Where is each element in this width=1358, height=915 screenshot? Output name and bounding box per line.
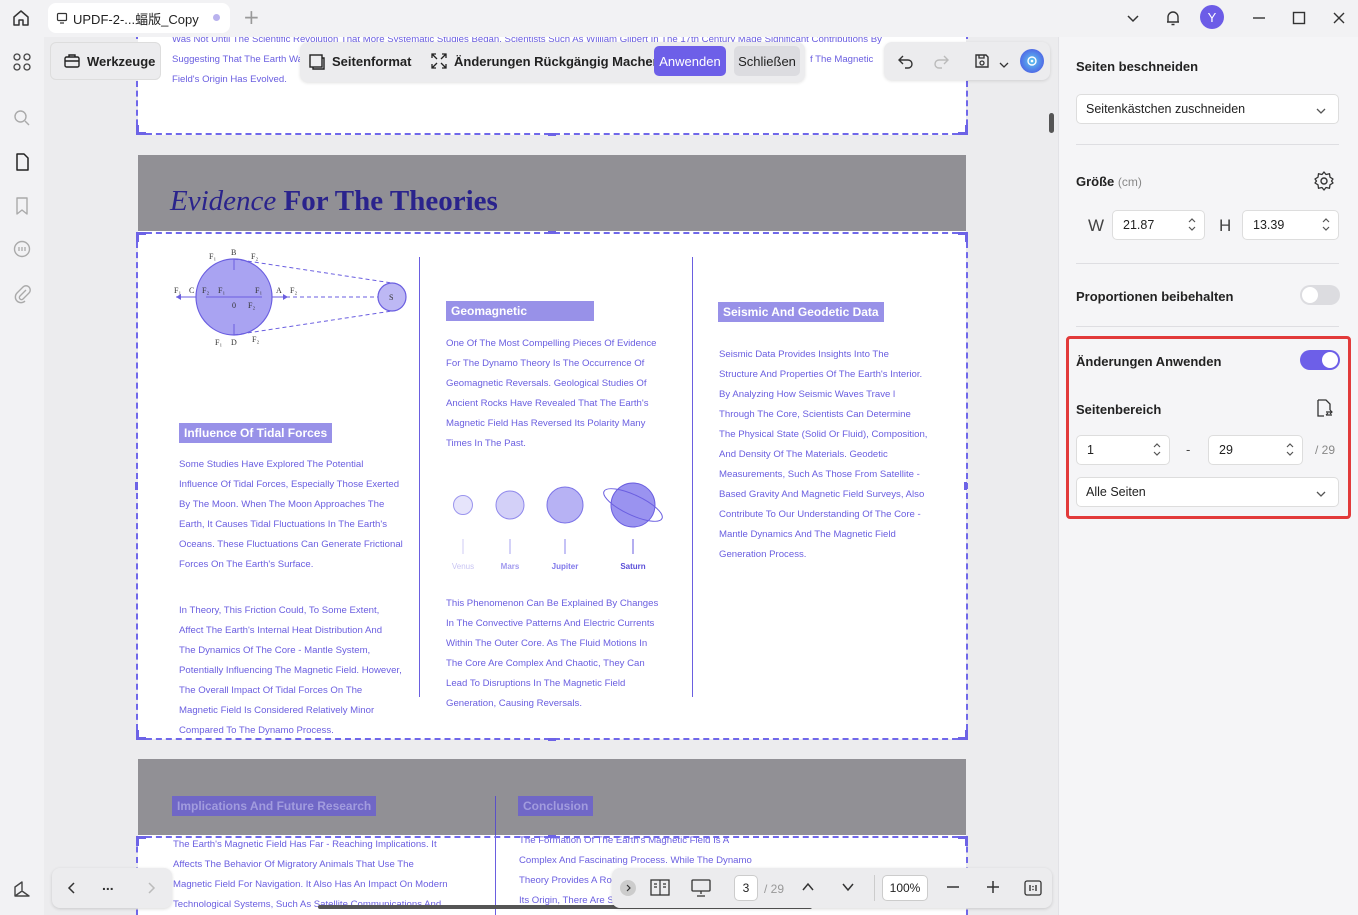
sidebar-nav-bar: ... [52, 868, 172, 908]
width-label: W [1088, 216, 1105, 235]
close-icon[interactable] [1328, 6, 1350, 30]
pages-icon[interactable] [10, 150, 34, 174]
redo-icon[interactable] [932, 52, 950, 75]
divider [874, 875, 875, 901]
page-header-band: Evidence For The Theories [138, 155, 966, 231]
section-heading: Conclusion [518, 796, 594, 816]
page-layout-icon[interactable] [650, 879, 670, 902]
height-input[interactable]: 13.39 [1242, 210, 1339, 240]
crop-handle[interactable] [548, 835, 556, 838]
height-label: H [1219, 216, 1232, 235]
page-total: / 29 [764, 882, 785, 896]
chevron-down-icon[interactable] [1122, 6, 1144, 30]
document-tab[interactable]: UPDF-2-...蝠版_Copy [48, 3, 230, 33]
crop-box-current[interactable] [136, 232, 968, 740]
crop-corner[interactable] [958, 125, 968, 135]
crop-corner[interactable] [958, 232, 968, 242]
divider [1076, 263, 1339, 264]
crop-handle[interactable] [548, 231, 556, 234]
avatar[interactable]: Y [1200, 5, 1224, 29]
file-icon [56, 12, 68, 24]
keep-proportions-label: Proportionen beibehalten [1076, 289, 1234, 304]
panel-title: Seiten beschneiden [1076, 59, 1199, 74]
highlight-box [1066, 336, 1351, 519]
crop-corner[interactable] [958, 730, 968, 740]
unsaved-dot-icon [213, 14, 220, 21]
document-canvas[interactable]: Was Not Until The Scientific Revolution … [44, 37, 1058, 915]
actual-size-icon[interactable] [1024, 880, 1042, 901]
bookmark-icon[interactable] [10, 194, 34, 218]
crop-corner[interactable] [958, 836, 968, 846]
minimize-icon[interactable] [1248, 6, 1270, 30]
left-sidebar [0, 37, 44, 915]
edit-tools [884, 42, 1050, 80]
page-format-icon [308, 52, 326, 70]
thumbnails-grid-icon[interactable] [10, 50, 34, 74]
crop-edit-group: Seitenformat Änderungen Rückgängig Mache… [300, 42, 805, 82]
undo-icon[interactable] [897, 52, 915, 75]
search-icon[interactable] [10, 106, 34, 130]
save-icon[interactable] [973, 52, 991, 75]
comment-icon[interactable] [10, 237, 34, 261]
page-nav-bar: 3 / 29 100% [612, 868, 1052, 908]
section-heading: Implications And Future Research [172, 796, 377, 816]
crop-toolbar: Werkzeuge Seitenformat Änderungen Rückgä… [50, 42, 805, 82]
page-header-band: Implications And Future Research Conclus… [138, 759, 966, 835]
crop-corner[interactable] [136, 125, 146, 135]
crop-mode-select[interactable]: Seitenkästchen zuschneiden [1076, 94, 1339, 124]
crop-corner[interactable] [136, 730, 146, 740]
crop-handle[interactable] [135, 482, 138, 490]
chevron-up-icon[interactable] [801, 880, 815, 899]
vertical-scrollbar-thumb[interactable] [1049, 113, 1054, 133]
chevron-down-icon [1316, 104, 1326, 118]
home-icon[interactable] [10, 7, 32, 29]
undo-changes-button[interactable]: Änderungen Rückgängig Machen [430, 42, 661, 80]
zoom-input[interactable]: 100% [882, 875, 928, 901]
reset-crop-icon [430, 52, 448, 70]
page-number-input[interactable]: 3 [734, 875, 758, 901]
crop-handle[interactable] [964, 482, 967, 490]
chevron-down-icon[interactable] [999, 56, 1009, 74]
crop-handle[interactable] [548, 133, 556, 136]
new-tab-icon[interactable]: + [243, 7, 260, 27]
attachment-icon[interactable] [10, 282, 34, 306]
crop-corner[interactable] [136, 232, 146, 242]
more-options-button[interactable]: ... [102, 877, 114, 893]
chevron-right-icon[interactable] [145, 881, 157, 900]
zoom-in-icon[interactable] [986, 880, 1000, 899]
werkzeuge-button[interactable]: Werkzeuge [50, 42, 161, 80]
gear-icon[interactable] [1313, 170, 1335, 197]
bell-icon[interactable] [1162, 6, 1184, 30]
column-divider [495, 796, 496, 835]
crop-handle[interactable] [548, 738, 556, 741]
zoom-out-icon[interactable] [946, 880, 960, 899]
ai-assistant-icon[interactable] [1020, 49, 1044, 73]
width-input[interactable]: 21.87 [1112, 210, 1205, 240]
seitenformat-button[interactable]: Seitenformat [308, 42, 411, 80]
tab-title: UPDF-2-...蝠版_Copy [73, 11, 199, 27]
presentation-icon[interactable] [690, 879, 712, 902]
maximize-icon[interactable] [1288, 6, 1310, 30]
schliessen-button[interactable]: Schließen [734, 46, 800, 76]
chevron-left-icon[interactable] [66, 881, 78, 900]
stepper-icon[interactable] [1188, 217, 1196, 232]
page-title: Evidence For The Theories [170, 185, 498, 217]
size-heading: Größe (cm) [1076, 174, 1142, 189]
collapse-icon[interactable] [620, 880, 636, 896]
keep-proportions-toggle[interactable] [1300, 285, 1340, 305]
layers-icon[interactable] [10, 877, 34, 901]
divider [1076, 326, 1339, 327]
stepper-icon[interactable] [1322, 217, 1330, 232]
toolbox-icon [63, 52, 81, 70]
anwenden-button[interactable]: Anwenden [654, 46, 726, 76]
crop-corner[interactable] [136, 836, 146, 846]
title-bar: UPDF-2-...蝠版_Copy + Y [0, 0, 1358, 37]
chevron-down-icon[interactable] [841, 880, 855, 899]
divider [1076, 144, 1339, 145]
